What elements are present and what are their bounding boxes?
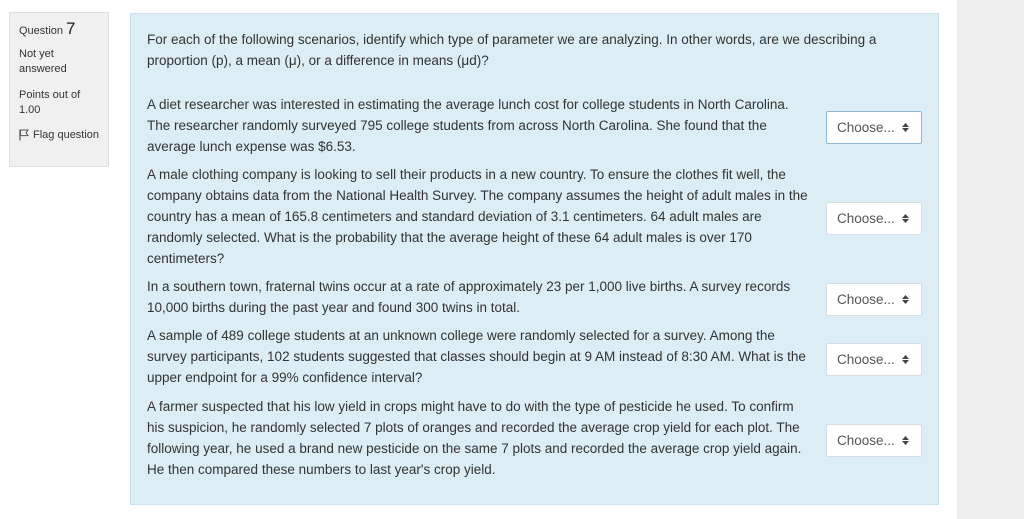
question-label: Question 7	[19, 19, 102, 39]
flag-question-toggle[interactable]: Flag question	[19, 128, 102, 143]
scenario-3-select[interactable]: Choose...	[826, 283, 922, 316]
question-info-panel: Question 7 Not yet answered Points out o…	[9, 12, 109, 167]
question-text: For each of the following scenarios, ide…	[147, 32, 877, 68]
scenario-1-select[interactable]: Choose...	[826, 111, 922, 144]
scenario-4-text: A sample of 489 college students at an u…	[147, 328, 806, 385]
select-caret-icon	[901, 436, 909, 445]
flag-icon	[19, 129, 29, 141]
select-caret-icon	[901, 123, 909, 132]
select-caret-icon	[901, 355, 909, 364]
scenario-5-select[interactable]: Choose...	[826, 424, 922, 457]
flag-question-label: Flag question	[33, 129, 100, 141]
scenario-5-select-value: Choose...	[837, 433, 895, 448]
scenario-2-select-value: Choose...	[837, 211, 895, 226]
question-word: Question	[19, 25, 64, 37]
question-grade: Points out of 1.00	[19, 89, 81, 116]
question-content-panel: For each of the following scenarios, ide…	[130, 13, 939, 505]
scenario-3-text: In a southern town, fraternal twins occu…	[147, 279, 791, 315]
scenario-2-select[interactable]: Choose...	[826, 202, 922, 235]
scenario-4-select[interactable]: Choose...	[826, 343, 922, 376]
scenario-3-select-value: Choose...	[837, 292, 895, 307]
scenario-1-text: A diet researcher was interested in esti…	[147, 97, 789, 154]
scenario-4-select-value: Choose...	[837, 352, 895, 367]
select-caret-icon	[901, 295, 909, 304]
select-caret-icon	[901, 214, 909, 223]
question-number: 7	[66, 19, 76, 38]
right-gutter	[957, 0, 1024, 519]
quiz-page: Question 7 Not yet answered Points out o…	[0, 0, 1024, 519]
scenario-5-text: A farmer suspected that his low yield in…	[147, 399, 802, 477]
scenario-1-select-value: Choose...	[837, 120, 895, 135]
question-state: Not yet answered	[19, 48, 67, 75]
scenario-2-text: A male clothing company is looking to se…	[147, 167, 808, 266]
